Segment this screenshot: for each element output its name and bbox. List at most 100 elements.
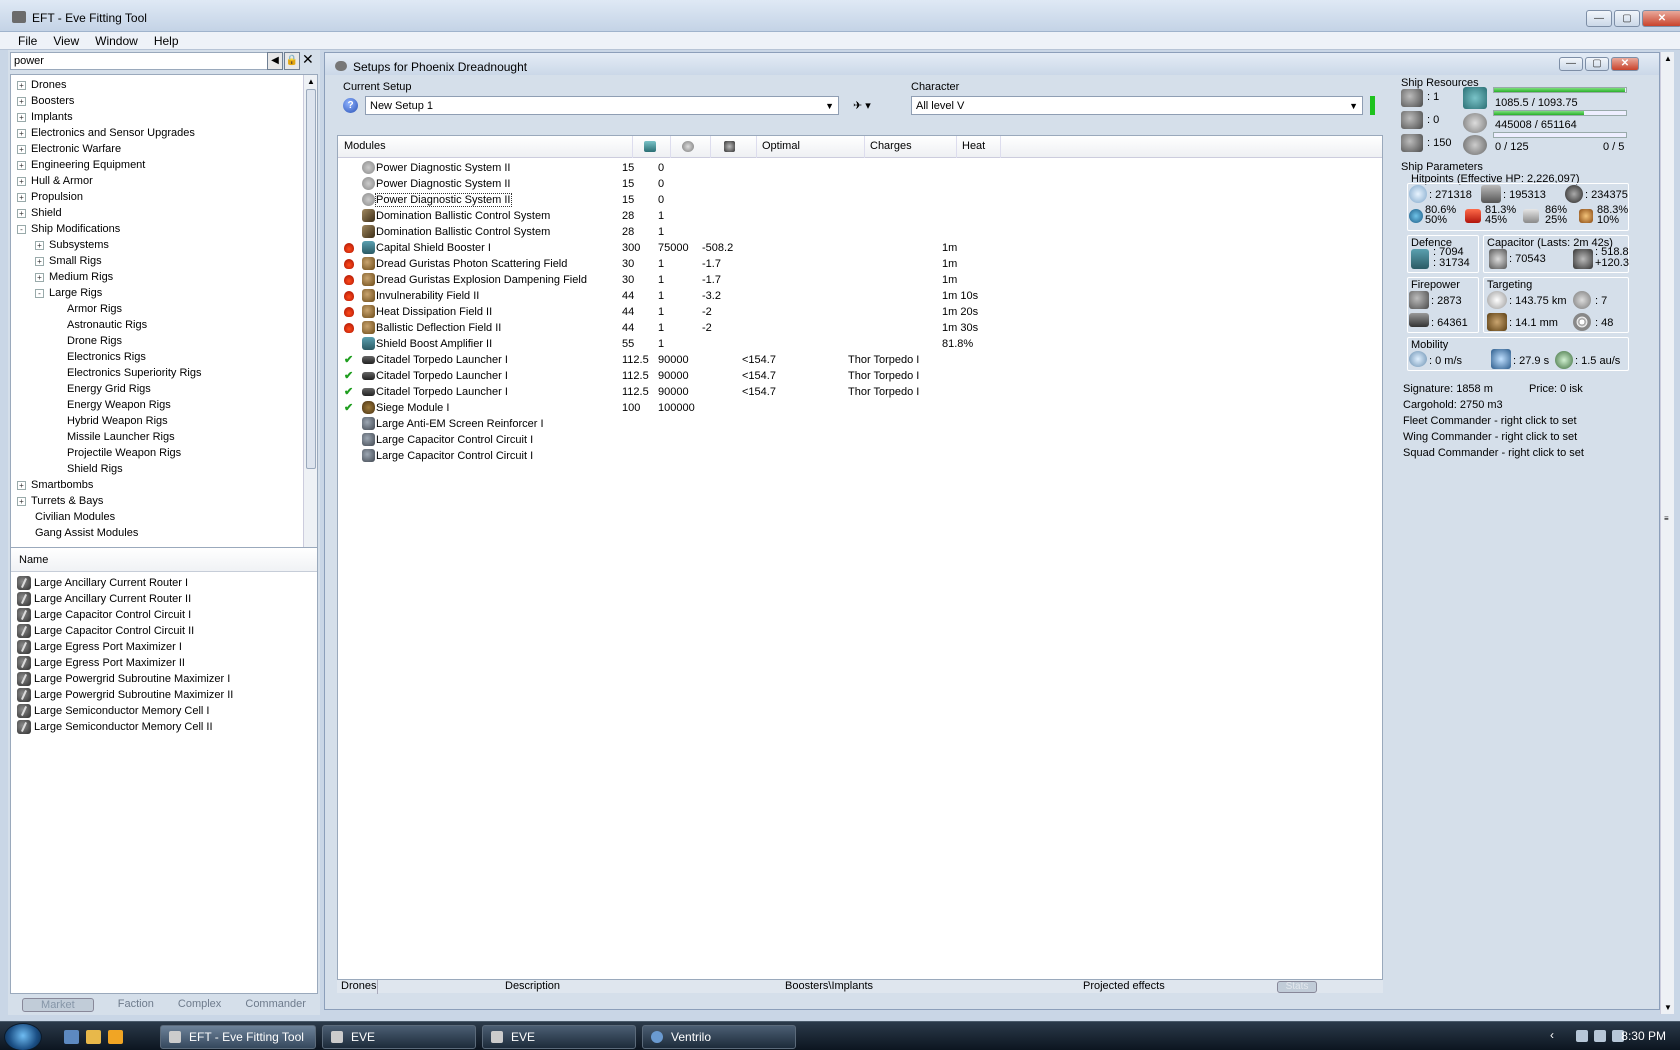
list-item[interactable]: Large Capacitor Control Circuit I: [17, 607, 191, 623]
tab-faction[interactable]: Faction: [118, 998, 154, 1012]
module-row[interactable]: ✔ Citadel Torpedo Launcher I 112.5 90000 <15…: [338, 352, 1382, 368]
taskbar-item-eve-1[interactable]: EVE: [322, 1025, 476, 1049]
module-row[interactable]: Heat Dissipation Field II 44 1 -2 1m 20s: [338, 304, 1382, 320]
list-item[interactable]: Large Semiconductor Memory Cell II: [17, 719, 213, 735]
list-item[interactable]: Large Egress Port Maximizer I: [17, 639, 182, 655]
wing-commander[interactable]: Wing Commander - right click to set: [1403, 431, 1577, 443]
tree-item[interactable]: + Drones: [17, 77, 66, 93]
menu-window[interactable]: Window: [87, 32, 146, 49]
col-modules[interactable]: Modules: [344, 140, 386, 152]
module-row[interactable]: Capital Shield Booster I 300 75000 -508.2 1m: [338, 240, 1382, 256]
tab-drones[interactable]: Drones: [341, 980, 376, 992]
tree-item[interactable]: + Hull & Armor: [17, 173, 93, 189]
overheat-icon[interactable]: [344, 291, 354, 301]
col-optimal[interactable]: Optimal: [762, 140, 800, 152]
tab-description[interactable]: Description: [505, 980, 560, 992]
module-row[interactable]: Power Diagnostic System II 15 0: [338, 176, 1382, 192]
taskbar-item-ventrilo[interactable]: Ventrilo: [642, 1025, 796, 1049]
online-check-icon[interactable]: ✔: [344, 401, 354, 414]
tree-item[interactable]: Civilian Modules: [35, 509, 115, 525]
overheat-icon[interactable]: [344, 275, 354, 285]
clock[interactable]: 8:30 PM: [1621, 1029, 1666, 1043]
tree-item[interactable]: Gang Assist Modules: [35, 525, 138, 541]
tree-item[interactable]: + Engineering Equipment: [17, 157, 145, 173]
expand-icon[interactable]: +: [35, 256, 44, 266]
list-item[interactable]: Large Ancillary Current Router II: [17, 591, 191, 607]
volume-icon[interactable]: [1594, 1030, 1606, 1042]
window-scrollbar[interactable]: ▲ ≡ ▼: [1660, 52, 1674, 1014]
clear-search-icon[interactable]: ✕: [302, 51, 314, 68]
online-check-icon[interactable]: ✔: [344, 353, 354, 366]
tree-item[interactable]: - Large Rigs: [35, 285, 102, 301]
expand-icon[interactable]: +: [17, 176, 26, 186]
tree-item[interactable]: + Implants: [17, 109, 73, 125]
taskbar-item-eft[interactable]: EFT - Eve Fitting Tool: [160, 1025, 316, 1049]
module-row[interactable]: Dread Guristas Photon Scattering Field 30…: [338, 256, 1382, 272]
squad-commander[interactable]: Squad Commander - right click to set: [1403, 447, 1584, 459]
lock-icon[interactable]: 🔒: [284, 52, 300, 70]
list-item[interactable]: Large Powergrid Subroutine Maximizer I: [17, 671, 230, 687]
module-row[interactable]: Invulnerability Field II 44 1 -3.2 1m 10s: [338, 288, 1382, 304]
list-item[interactable]: Large Egress Port Maximizer II: [17, 655, 185, 671]
search-input[interactable]: [10, 52, 272, 70]
tab-complex[interactable]: Complex: [178, 998, 221, 1012]
cpu-icon[interactable]: [644, 141, 656, 152]
explorer-icon[interactable]: [86, 1030, 101, 1044]
capacitor-icon[interactable]: [724, 141, 735, 152]
module-row[interactable]: Dread Guristas Explosion Dampening Field…: [338, 272, 1382, 288]
ship-options-icon[interactable]: ✈ ▾: [853, 99, 871, 112]
tree-item[interactable]: + Electronic Warfare: [17, 141, 121, 157]
tree-item[interactable]: Projectile Weapon Rigs: [67, 445, 181, 461]
expand-icon[interactable]: +: [17, 144, 26, 154]
module-row[interactable]: Power Diagnostic System II 15 0: [338, 192, 1382, 208]
tree-scroll-thumb[interactable]: [306, 89, 316, 469]
tree-item[interactable]: + Medium Rigs: [35, 269, 113, 285]
module-row[interactable]: Domination Ballistic Control System 28 1: [338, 208, 1382, 224]
expand-icon[interactable]: +: [17, 96, 26, 106]
tree-item[interactable]: Drone Rigs: [67, 333, 122, 349]
back-arrow-icon[interactable]: ◀: [267, 52, 283, 70]
show-desktop-icon[interactable]: [64, 1030, 79, 1044]
collapse-icon[interactable]: -: [35, 288, 44, 298]
module-row[interactable]: Large Anti-EM Screen Reinforcer I: [338, 416, 1382, 432]
fleet-commander[interactable]: Fleet Commander - right click to set: [1403, 415, 1577, 427]
tray-expand-icon[interactable]: ‹: [1550, 1028, 1554, 1042]
tree-item[interactable]: Astronautic Rigs: [67, 317, 147, 333]
module-row[interactable]: ✔ Citadel Torpedo Launcher I 112.5 90000 <15…: [338, 368, 1382, 384]
expand-icon[interactable]: +: [17, 160, 26, 170]
module-row[interactable]: ✔ Siege Module I 100 100000: [338, 400, 1382, 416]
tree-item[interactable]: Shield Rigs: [67, 461, 123, 477]
tree-item[interactable]: + Turrets & Bays: [17, 493, 103, 509]
tree-item[interactable]: Electronics Superiority Rigs: [67, 365, 202, 381]
scroll-up-icon[interactable]: ▲: [307, 77, 315, 86]
tree-item[interactable]: + Electronics and Sensor Upgrades: [17, 125, 195, 141]
module-row[interactable]: Ballistic Deflection Field II 44 1 -2 1m 30s: [338, 320, 1382, 336]
tree-item[interactable]: + Shield: [17, 205, 62, 221]
setup-maximize-button[interactable]: ▢: [1585, 57, 1609, 71]
tree-item[interactable]: Electronics Rigs: [67, 349, 146, 365]
module-row[interactable]: Domination Ballistic Control System 28 1: [338, 224, 1382, 240]
tab-commander[interactable]: Commander: [245, 998, 306, 1012]
col-charges[interactable]: Charges: [870, 140, 912, 152]
start-button[interactable]: [4, 1023, 42, 1050]
tree-scrollbar[interactable]: ▲ ▼: [303, 75, 317, 585]
close-button[interactable]: ✕: [1642, 10, 1680, 27]
list-item[interactable]: Large Ancillary Current Router I: [17, 575, 188, 591]
module-row[interactable]: Large Capacitor Control Circuit I: [338, 448, 1382, 464]
module-row[interactable]: ✔ Citadel Torpedo Launcher I 112.5 90000 <15…: [338, 384, 1382, 400]
expand-icon[interactable]: +: [17, 112, 26, 122]
tree-item[interactable]: Missile Launcher Rigs: [67, 429, 175, 445]
tree-item[interactable]: + Subsystems: [35, 237, 109, 253]
menu-view[interactable]: View: [45, 32, 87, 49]
module-row[interactable]: Shield Boost Amplifier II 55 1 81.8%: [338, 336, 1382, 352]
expand-icon[interactable]: +: [17, 128, 26, 138]
overheat-icon[interactable]: [344, 243, 354, 253]
network-icon[interactable]: [1576, 1030, 1588, 1042]
overheat-icon[interactable]: [344, 259, 354, 269]
overheat-icon[interactable]: [344, 307, 354, 317]
tree-item[interactable]: Armor Rigs: [67, 301, 122, 317]
expand-icon[interactable]: +: [17, 496, 26, 506]
maximize-button[interactable]: ▢: [1614, 10, 1640, 27]
menu-file[interactable]: File: [10, 32, 45, 49]
module-row[interactable]: Power Diagnostic System II 15 0: [338, 160, 1382, 176]
